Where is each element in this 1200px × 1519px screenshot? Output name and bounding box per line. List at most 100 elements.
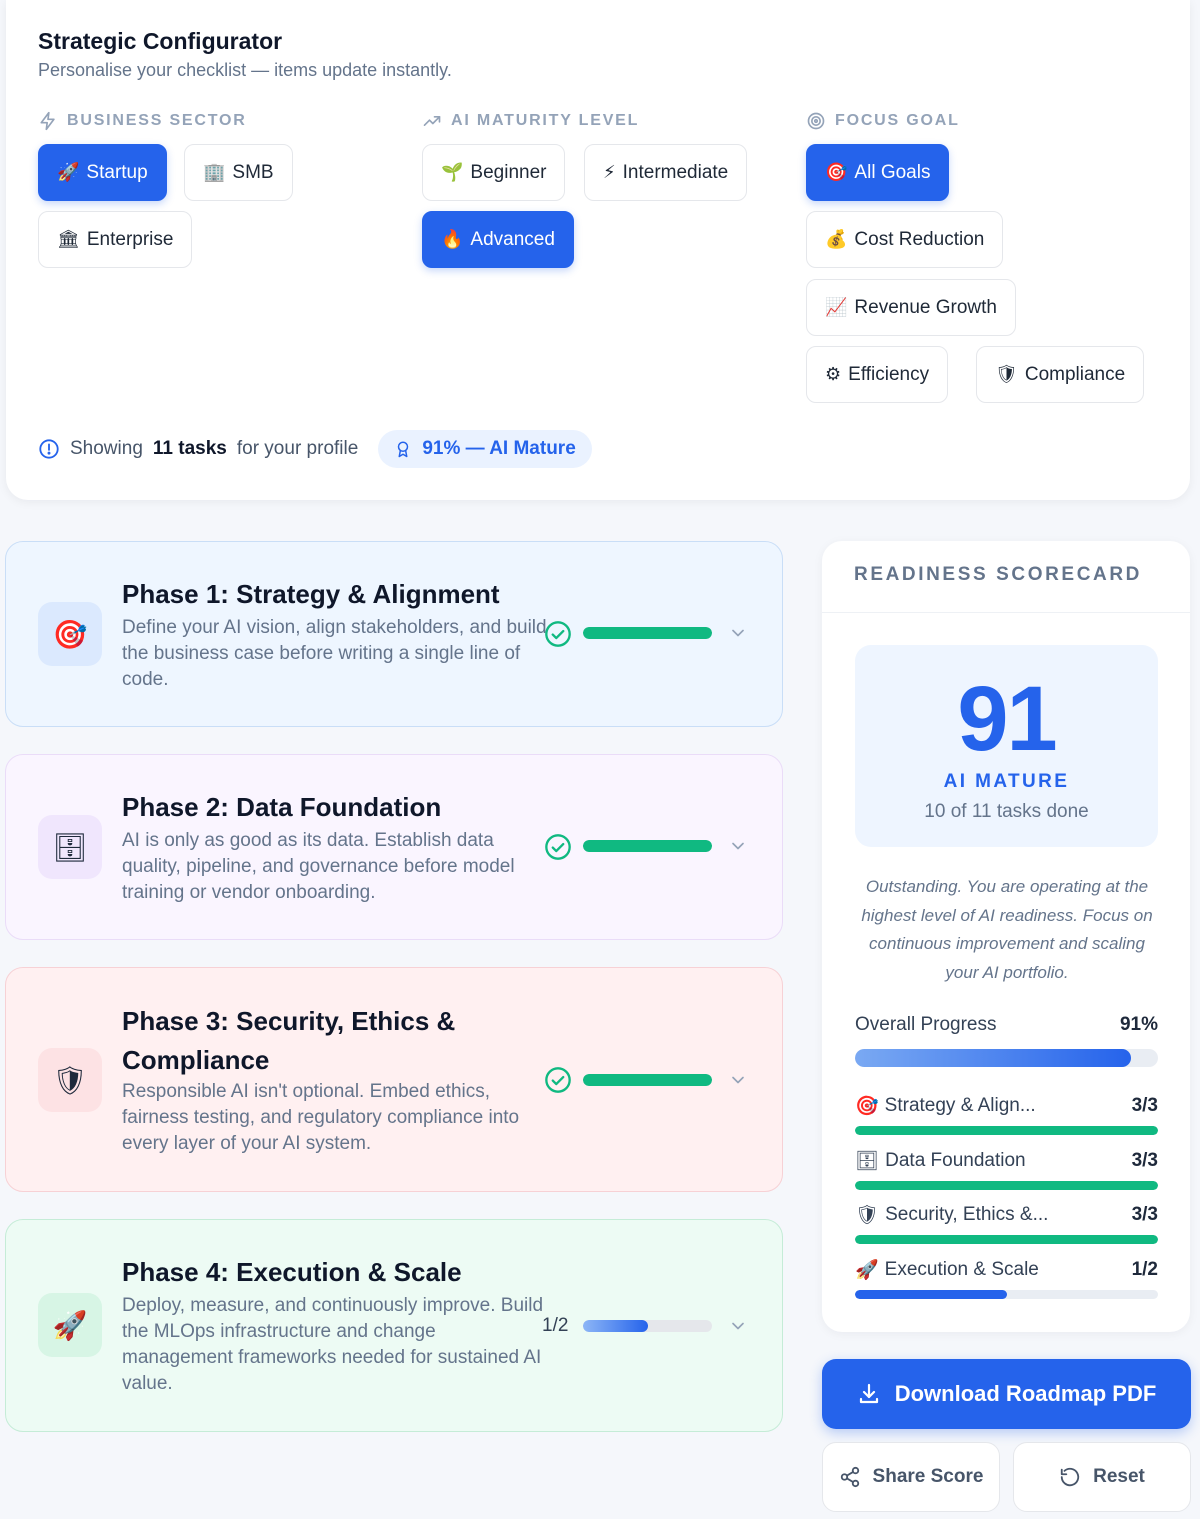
breakdown-value: 3/3 <box>1131 1204 1158 1225</box>
readiness-scorecard: READINESS SCORECARD 91 AI MATURE 10 of 1… <box>822 541 1190 1332</box>
fire-icon: 🔥 <box>441 229 464 249</box>
breakdown-value: 3/3 <box>1131 1150 1158 1171</box>
goal-chip-efficiency[interactable]: ⚙ Efficiency <box>806 346 949 403</box>
phase-title: Phase 4: Execution & Scale <box>122 1257 462 1287</box>
shield-icon: 🛡 <box>855 1205 880 1226</box>
chevron-down-icon[interactable] <box>728 623 748 643</box>
focus-goal-label-text: FOCUS GOAL <box>835 112 960 129</box>
file-cabinet-icon: 🗄 <box>855 1151 880 1172</box>
chip-label: All Goals <box>854 161 931 183</box>
chip-label: Advanced <box>470 228 555 250</box>
showing-prefix: Showing <box>70 438 143 459</box>
chevron-down-icon[interactable] <box>728 1316 748 1336</box>
strategic-configurator-card: Strategic Configurator Personalise your … <box>6 0 1190 500</box>
maturity-chip-intermediate[interactable]: ⚡ Intermediate <box>584 144 748 201</box>
shield-icon: 🛡 <box>38 1048 102 1112</box>
sector-chip-enterprise[interactable]: 🏛 Enterprise <box>38 211 193 268</box>
breakdown-bar-strategy <box>855 1126 1158 1135</box>
share-icon <box>840 1466 859 1488</box>
rocket-icon: 🚀 <box>855 1260 879 1281</box>
phase-title: Phase 2: Data Foundation <box>122 792 442 822</box>
seedling-icon: 🌱 <box>441 162 464 182</box>
chip-label: SMB <box>232 161 274 183</box>
trending-up-icon <box>423 116 441 126</box>
chip-label: Efficiency <box>848 363 930 385</box>
chip-label: Intermediate <box>622 161 729 183</box>
chip-label: Enterprise <box>86 228 174 250</box>
breakdown-bar-data <box>855 1181 1158 1190</box>
maturity-score-text: 91% — AI Mature <box>422 438 576 459</box>
phase-description: AI is only as good as its data. Establis… <box>122 830 515 903</box>
maturity-score-pill: 91% — AI Mature <box>378 430 592 468</box>
maturity-chip-beginner[interactable]: 🌱 Beginner <box>422 144 566 201</box>
phase-progress-bar <box>583 627 712 639</box>
phase-description: Deploy, measure, and continuously improv… <box>122 1295 544 1394</box>
direct-hit-icon: 🎯 <box>825 162 848 182</box>
phase-progress-bar <box>583 840 712 852</box>
showing-suffix: for your profile <box>236 438 359 459</box>
lightning-icon <box>40 111 55 131</box>
download-icon <box>859 1383 878 1404</box>
phase-card-4[interactable]: 🚀 Phase 4: Execution & Scale Deploy, mea… <box>5 1219 783 1432</box>
score-display: 91 AI MATURE 10 of 11 tasks done <box>855 645 1158 847</box>
chart-increasing-icon: 📈 <box>825 297 848 317</box>
shield-icon: 🛡 <box>995 364 1018 384</box>
rocket-icon: 🚀 <box>38 1293 102 1357</box>
reset-button[interactable]: Reset <box>1013 1442 1191 1512</box>
phase-progress-bar <box>583 1320 712 1332</box>
breakdown-value: 1/2 <box>1131 1259 1158 1280</box>
maturity-group: AI MATURITY LEVEL <box>422 108 639 134</box>
goal-chip-revenue-growth[interactable]: 📈 Revenue Growth <box>806 279 1016 336</box>
award-icon <box>398 441 409 458</box>
high-voltage-icon: ⚡ <box>603 162 616 182</box>
business-sector-label: BUSINESS SECTOR <box>38 108 247 134</box>
breakdown-row-security: 🛡 Security, Ethics &... 3/3 <box>855 1203 1158 1227</box>
reset-label: Reset <box>1093 1466 1145 1487</box>
score-level: AI MATURE <box>943 771 1070 792</box>
configurator-title: Strategic Configurator <box>38 28 283 54</box>
check-circle-icon <box>545 1067 571 1093</box>
breakdown-row-data: 🗄 Data Foundation 3/3 <box>855 1149 1158 1173</box>
chip-label: Compliance <box>1024 363 1126 385</box>
direct-hit-icon: 🎯 <box>855 1096 879 1117</box>
overall-progress-bar <box>855 1049 1158 1067</box>
phase-description: Define your AI vision, align stakeholder… <box>122 617 547 690</box>
phase-task-count: 1/2 <box>542 1315 569 1336</box>
phase-card-3[interactable]: 🛡 Phase 3: Security, Ethics & Compliance… <box>5 967 783 1192</box>
focus-goal-label: FOCUS GOAL <box>806 108 960 134</box>
phase-description: Responsible AI isn't optional. Embed eth… <box>122 1081 520 1154</box>
breakdown-bar-execution <box>855 1290 1158 1299</box>
check-circle-icon <box>545 834 571 860</box>
download-roadmap-button[interactable]: Download Roadmap PDF <box>822 1359 1191 1429</box>
share-score-label: Share Score <box>872 1466 984 1487</box>
money-bag-icon: 💰 <box>825 229 848 249</box>
scorecard-heading: READINESS SCORECARD <box>822 541 1190 613</box>
share-score-button[interactable]: Share Score <box>822 1442 1000 1512</box>
maturity-chip-advanced[interactable]: 🔥 Advanced <box>422 211 574 268</box>
maturity-label-text: AI MATURITY LEVEL <box>451 112 640 129</box>
chevron-down-icon[interactable] <box>728 1070 748 1090</box>
rocket-icon: 🚀 <box>57 162 80 182</box>
breakdown-label: Execution & Scale <box>884 1259 1039 1280</box>
reset-icon <box>1060 1467 1080 1487</box>
phase-card-2[interactable]: 🗄 Phase 2: Data Foundation AI is only as… <box>5 754 783 940</box>
business-sector-label-text: BUSINESS SECTOR <box>67 112 247 129</box>
task-count: 11 tasks <box>152 438 227 459</box>
phase-card-1[interactable]: 🎯 Phase 1: Strategy & Alignment Define y… <box>5 541 783 727</box>
chip-label: Cost Reduction <box>854 228 985 250</box>
info-icon <box>39 439 59 459</box>
sector-chip-smb[interactable]: 🏢 SMB <box>184 144 293 201</box>
goal-chip-all-goals[interactable]: 🎯 All Goals <box>806 144 950 201</box>
chip-label: Beginner <box>470 161 547 183</box>
sector-chip-startup[interactable]: 🚀 Startup <box>38 144 167 201</box>
download-roadmap-label: Download Roadmap PDF <box>894 1381 1157 1406</box>
goal-chip-compliance[interactable]: 🛡 Compliance <box>976 346 1145 403</box>
breakdown-row-strategy: 🎯 Strategy & Align... 3/3 <box>855 1094 1158 1118</box>
target-icon <box>807 112 825 130</box>
chevron-down-icon[interactable] <box>728 836 748 856</box>
goal-chip-cost-reduction[interactable]: 💰 Cost Reduction <box>806 211 1004 268</box>
breakdown-row-execution: 🚀 Execution & Scale 1/2 <box>855 1258 1158 1282</box>
breakdown-value: 3/3 <box>1131 1095 1158 1116</box>
check-circle-icon <box>545 621 571 647</box>
maturity-label: AI MATURITY LEVEL <box>422 108 639 134</box>
